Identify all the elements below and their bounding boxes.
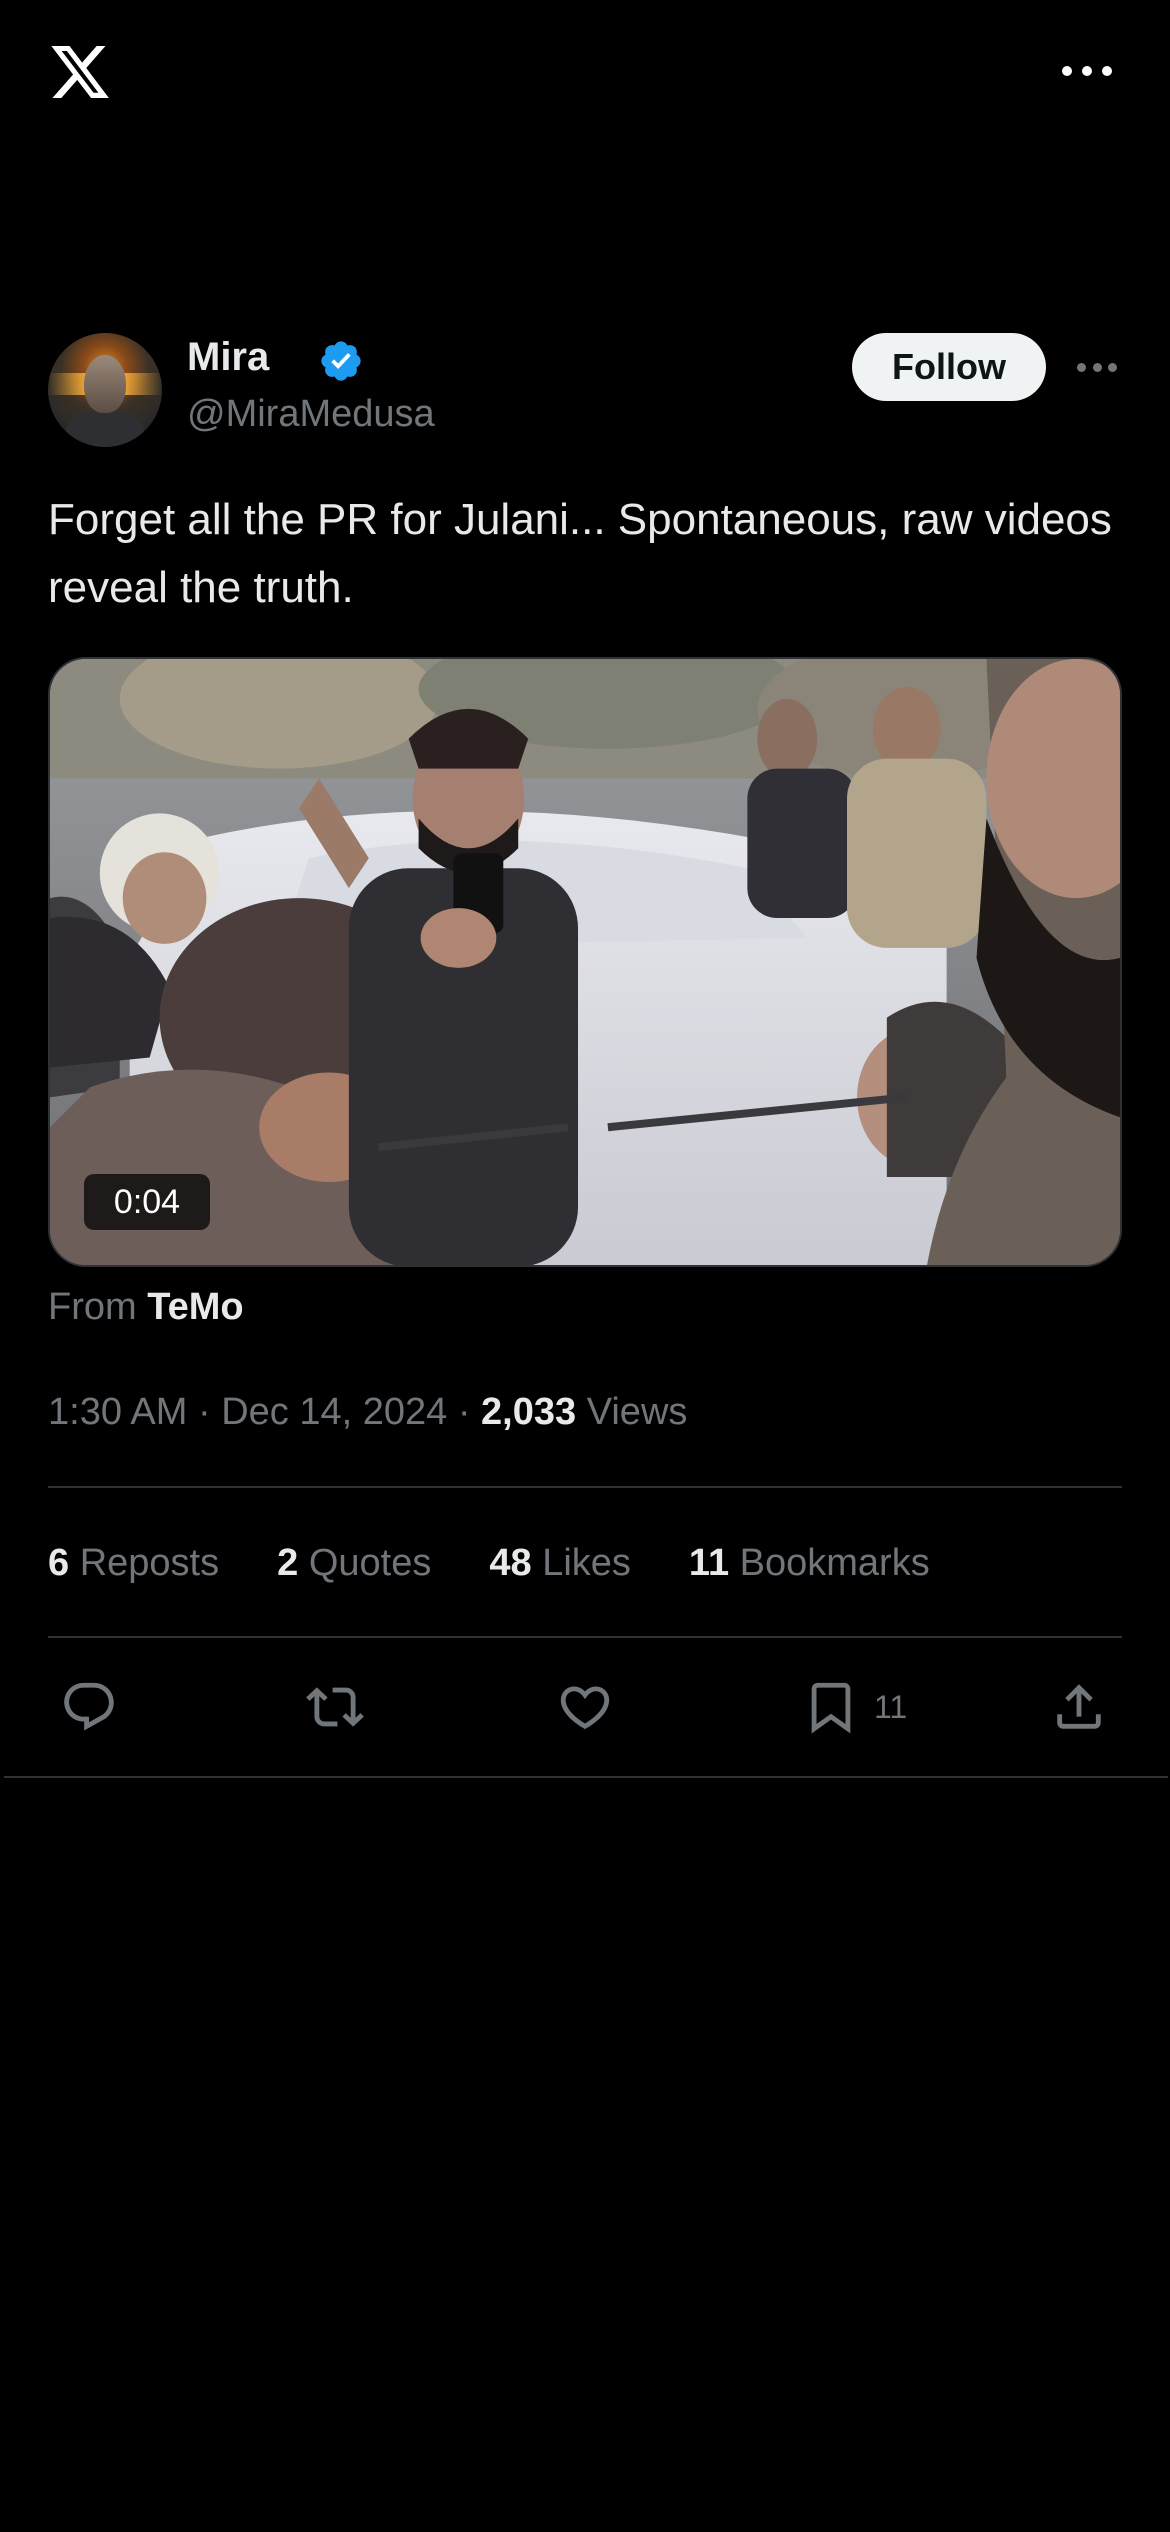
follow-button[interactable]: Follow: [852, 333, 1046, 401]
share-button[interactable]: [1050, 1672, 1108, 1742]
share-icon: [1057, 1684, 1101, 1729]
like-button[interactable]: [556, 1672, 614, 1742]
meta-separator: ·: [457, 1391, 471, 1433]
reply-icon: [64, 1682, 114, 1731]
stat-quotes[interactable]: 2 Quotes: [277, 1537, 431, 1589]
bookmark-button[interactable]: 11: [802, 1672, 907, 1742]
source-name[interactable]: TeMo: [147, 1286, 243, 1328]
author-name[interactable]: Mira: [187, 334, 269, 380]
video-thumbnail: [50, 659, 1120, 1265]
views-count: 2,033: [481, 1391, 577, 1433]
reply-button[interactable]: [60, 1672, 118, 1742]
action-bar: 11: [0, 1672, 1170, 1742]
stat-likes[interactable]: 48 Likes: [489, 1537, 631, 1589]
divider: [4, 1776, 1168, 1778]
post-detail-page: Mira @MiraMedusa Follow Forget all the P…: [0, 0, 1170, 2532]
bookmark-icon: [811, 1682, 851, 1734]
more-horizontal-icon[interactable]: [1062, 56, 1112, 86]
video-duration: 0:04: [84, 1174, 210, 1230]
post-meta: 1:30 AM · Dec 14, 2024 · 2,033 Views: [48, 1386, 687, 1438]
stat-bookmarks[interactable]: 11 Bookmarks: [689, 1537, 930, 1589]
source-prefix: From: [48, 1286, 137, 1328]
engagement-stats: 6 Reposts 2 Quotes 48 Likes 11 Bookmarks: [48, 1537, 988, 1589]
stat-reposts[interactable]: 6 Reposts: [48, 1537, 219, 1589]
video-player[interactable]: [48, 657, 1122, 1267]
post-text: Forget all the PR for Julani... Spontane…: [48, 495, 1112, 612]
heart-icon: [560, 1686, 610, 1730]
source-attribution: From TeMo: [48, 1282, 244, 1332]
top-bar: [0, 0, 1170, 150]
post-more-icon[interactable]: [1077, 362, 1117, 372]
post-date[interactable]: Dec 14, 2024: [221, 1391, 447, 1433]
repost-button[interactable]: [306, 1672, 364, 1742]
divider: [48, 1636, 1122, 1638]
x-logo-icon[interactable]: [46, 40, 114, 104]
avatar[interactable]: [48, 333, 162, 447]
post-time[interactable]: 1:30 AM: [48, 1391, 187, 1433]
verified-badge-icon: [321, 341, 361, 381]
bookmark-count: 11: [874, 1688, 908, 1725]
views-label: Views: [586, 1391, 688, 1433]
divider: [48, 1486, 1122, 1488]
author-handle[interactable]: @MiraMedusa: [187, 392, 435, 436]
meta-separator: ·: [197, 1391, 211, 1433]
repost-icon: [306, 1687, 364, 1727]
